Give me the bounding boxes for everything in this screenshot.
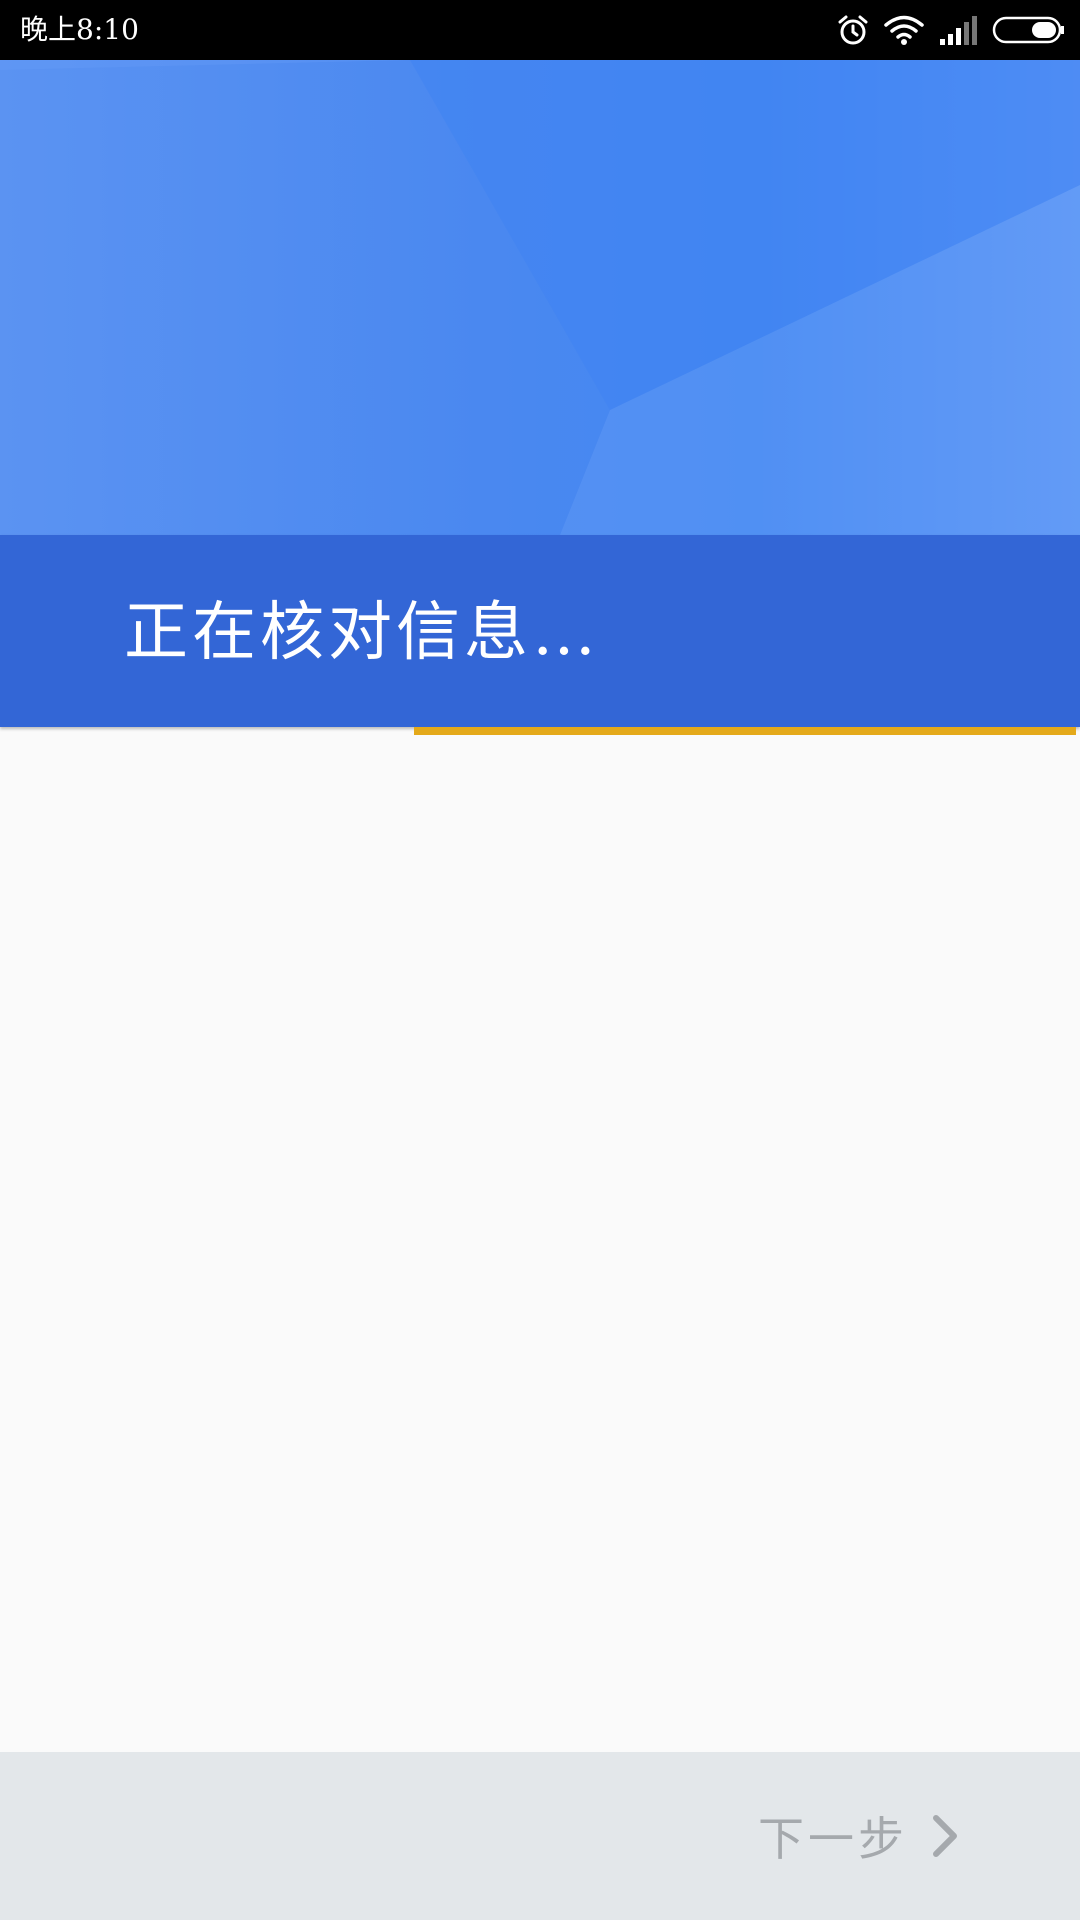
battery-icon	[992, 15, 1066, 45]
alarm-icon	[836, 13, 870, 47]
wifi-icon	[884, 14, 924, 46]
status-bar: 晚上8:10	[0, 0, 1080, 60]
signal-icon	[938, 15, 978, 45]
progress-fill	[414, 727, 1076, 735]
next-button-label: 下一步	[758, 1812, 908, 1866]
title-band: 正在核对信息…	[0, 535, 1080, 727]
content-area	[0, 735, 1080, 1752]
hero-banner	[0, 60, 1080, 535]
bottom-bar: 下一步	[0, 1752, 1080, 1920]
progress-bar	[0, 727, 1076, 735]
chevron-right-icon	[930, 1814, 960, 1858]
status-time: 晚上8:10	[20, 13, 139, 46]
next-button[interactable]: 下一步	[758, 1798, 960, 1874]
status-icons	[836, 10, 1066, 50]
page-title: 正在核对信息…	[124, 596, 600, 670]
